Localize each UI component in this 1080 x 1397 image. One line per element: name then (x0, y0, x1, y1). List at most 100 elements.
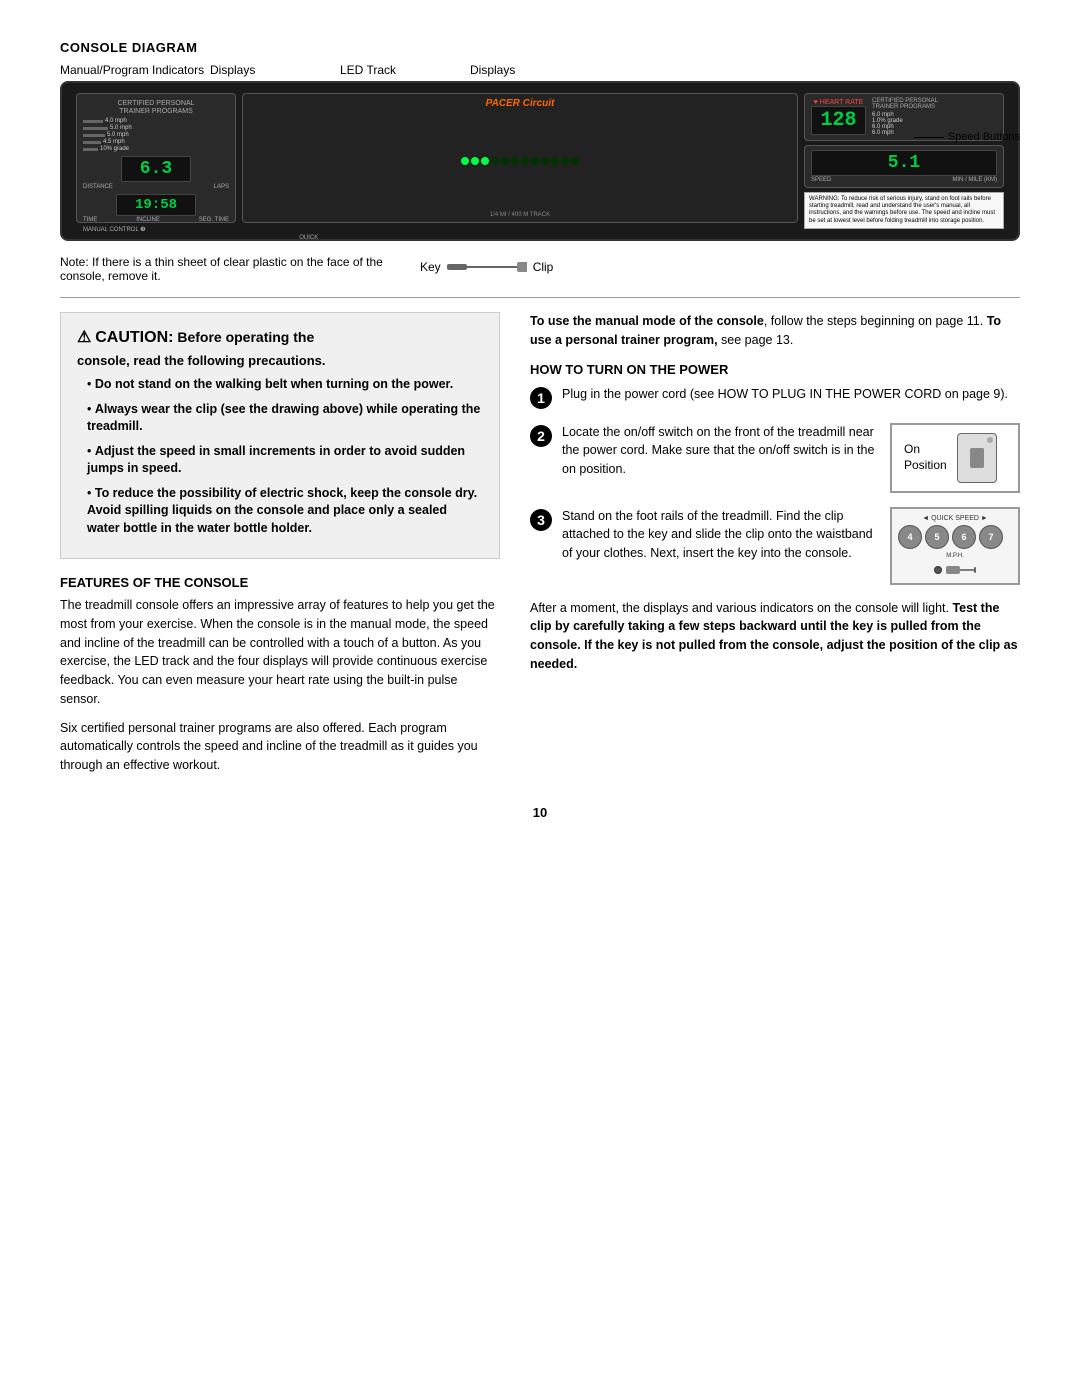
right-column: To use the manual mode of the console, f… (530, 312, 1020, 785)
qs-key-area (898, 563, 1012, 577)
led-track-bar (461, 157, 579, 165)
step-2-text: Locate the on/off switch on the front of… (562, 423, 880, 479)
warning-note: WARNING: To reduce risk of serious injur… (804, 192, 1004, 229)
step-2-image: OnPosition (890, 423, 1020, 493)
display-labels2: TIME INCLINE SEG. TIME (83, 217, 229, 223)
panel-left: CERTIFIED PERSONALTRAINER PROGRAMS 4.0 m… (76, 93, 236, 223)
label-incline: INCLINE (136, 217, 160, 223)
manual-control-label: MANUAL CONTROL ❸ (83, 226, 229, 233)
console-diagram-title: CONSOLE DIAGRAM (60, 40, 1020, 55)
step-1-text: Plug in the power cord (see HOW TO PLUG … (562, 385, 1020, 404)
led-dot (461, 157, 469, 165)
console-diagram-section: CONSOLE DIAGRAM Manual/Program Indicator… (60, 40, 1020, 283)
step-3-row: 3 Stand on the foot rails of the treadmi… (530, 507, 1020, 585)
display-labels1: DISTANCE LAPS (83, 184, 229, 190)
features-section: FEATURES OF THE CONSOLE The treadmill co… (60, 575, 500, 775)
display-large1: 6.3 (121, 156, 191, 182)
caution-subheader: console, read the following precautions. (77, 353, 483, 368)
caution-icon: ⚠ (77, 329, 91, 346)
annotation-line (914, 137, 944, 138)
quick-speed-mini: ◄ QUICK SPEED ► 4 5 6 7 M.P.H. (890, 507, 1020, 585)
display-labels4: SPEED MIN / MILE (KM) (811, 177, 997, 183)
clip-label-text: Clip (533, 260, 554, 274)
section-divider (60, 297, 1020, 298)
qs-dot1 (934, 566, 942, 574)
console-box: CERTIFIED PERSONALTRAINER PROGRAMS 4.0 m… (60, 81, 1020, 241)
qs-buttons: 4 5 6 7 (898, 525, 1012, 549)
features-para2: Six certified personal trainer programs … (60, 719, 500, 775)
display-large3: 128 (811, 106, 866, 135)
caution-header: ⚠ CAUTION: Before operating the (77, 327, 483, 347)
step-3-text: Stand on the foot rails of the treadmill… (562, 507, 880, 563)
caution-item-3: • Adjust the speed in small increments i… (77, 443, 483, 478)
key-cord-graphic (447, 260, 527, 274)
speed-buttons-label: Speed Buttons (948, 131, 1020, 143)
step-3-image: ◄ QUICK SPEED ► 4 5 6 7 M.P.H. (890, 507, 1020, 585)
console-wrapper: CERTIFIED PERSONALTRAINER PROGRAMS 4.0 m… (60, 81, 1020, 241)
led-dot (531, 157, 539, 165)
on-position-box: OnPosition (890, 423, 1020, 493)
diagram-labels-row: Manual/Program Indicators Displays LED T… (60, 63, 1020, 77)
step-3-num: 3 (530, 509, 552, 531)
label-manual-program: Manual/Program Indicators (60, 63, 210, 77)
step-1-num: 1 (530, 387, 552, 409)
intro-text: To use the manual mode of the console, f… (530, 312, 1020, 350)
step-2-num: 2 (530, 425, 552, 447)
caution-word: CAUTION: (95, 329, 173, 346)
caution-item-2: • Always wear the clip (see the drawing … (77, 401, 483, 436)
led-dot (551, 157, 559, 165)
caution-item-1: • Do not stand on the walking belt when … (77, 376, 483, 394)
panel-right-group: ♥ HEART RATE 128 CERTIFIED PERSONALTRAIN… (804, 93, 1004, 223)
qs-mph: M.P.H. (898, 553, 1012, 559)
label-speed: SPEED (811, 177, 831, 183)
caution-item-4: • To reduce the possibility of electric … (77, 485, 483, 538)
quick-speed-label: QUICK SPEED (289, 235, 329, 241)
label-displays1: Displays (210, 63, 340, 77)
label-laps: LAPS (214, 184, 229, 190)
qs-btn-4: 4 (898, 525, 922, 549)
qs-key-graphic (946, 563, 976, 577)
led-dot (521, 157, 529, 165)
panel-speeds: 4.0 mph 5.0 mph 5.0 mph 4.5 mph 10% grad… (83, 118, 229, 152)
features-title: FEATURES OF THE CONSOLE (60, 575, 500, 590)
panel-right-speeds-label: CERTIFIED PERSONALTRAINER PROGRAMS (872, 98, 938, 110)
led-dot (511, 157, 519, 165)
features-para1: The treadmill console offers an impressi… (60, 596, 500, 709)
led-dot (491, 157, 499, 165)
caution-header-rest: Before operating the (177, 329, 314, 345)
led-dot (561, 157, 569, 165)
how-to-title: HOW TO TURN ON THE POWER (530, 362, 1020, 377)
switch-button (970, 448, 984, 468)
step-1-row: 1 Plug in the power cord (see HOW TO PLU… (530, 385, 1020, 409)
final-text: After a moment, the displays and various… (530, 599, 1020, 674)
on-switch-graphic (957, 433, 997, 483)
left-column: ⚠ CAUTION: Before operating the console,… (60, 312, 500, 785)
led-dot (571, 157, 579, 165)
qs-label: ◄ QUICK SPEED ► (898, 515, 1012, 522)
display-large2: 19:58 (116, 194, 196, 216)
step-2-row: 2 Locate the on/off switch on the front … (530, 423, 1020, 493)
label-min-mile: MIN / MILE (KM) (952, 177, 997, 183)
qs-btn-7: 7 (979, 525, 1003, 549)
led-dot (501, 157, 509, 165)
caution-box: ⚠ CAUTION: Before operating the console,… (60, 312, 500, 559)
qs-btn-6: 6 (952, 525, 976, 549)
panel-right-bottom: 5.1 SPEED MIN / MILE (KM) (804, 145, 1004, 188)
on-position-label: OnPosition (904, 442, 947, 473)
label-distance: DISTANCE (83, 184, 113, 190)
display-large4: 5.1 (811, 150, 997, 176)
qs-btn-5: 5 (925, 525, 949, 549)
page-number: 10 (60, 805, 1020, 820)
heart-rate-label: ♥ HEART RATE (814, 99, 864, 106)
track-label: 1/4 MI / 400 M TRACK (490, 212, 550, 218)
label-time: TIME (83, 217, 97, 223)
led-dot (481, 157, 489, 165)
label-led-track: LED Track (340, 63, 470, 77)
speed-buttons-annotation: Speed Buttons (914, 131, 1020, 143)
key-clip-row: Note: If there is a thin sheet of clear … (60, 251, 1020, 283)
panel-certified-title: CERTIFIED PERSONALTRAINER PROGRAMS (83, 100, 229, 115)
pacer-label: PACER Circuit (486, 98, 555, 109)
label-seg-time: SEG. TIME (199, 217, 229, 223)
led-dot (471, 157, 479, 165)
key-label-text: Key (420, 260, 441, 274)
